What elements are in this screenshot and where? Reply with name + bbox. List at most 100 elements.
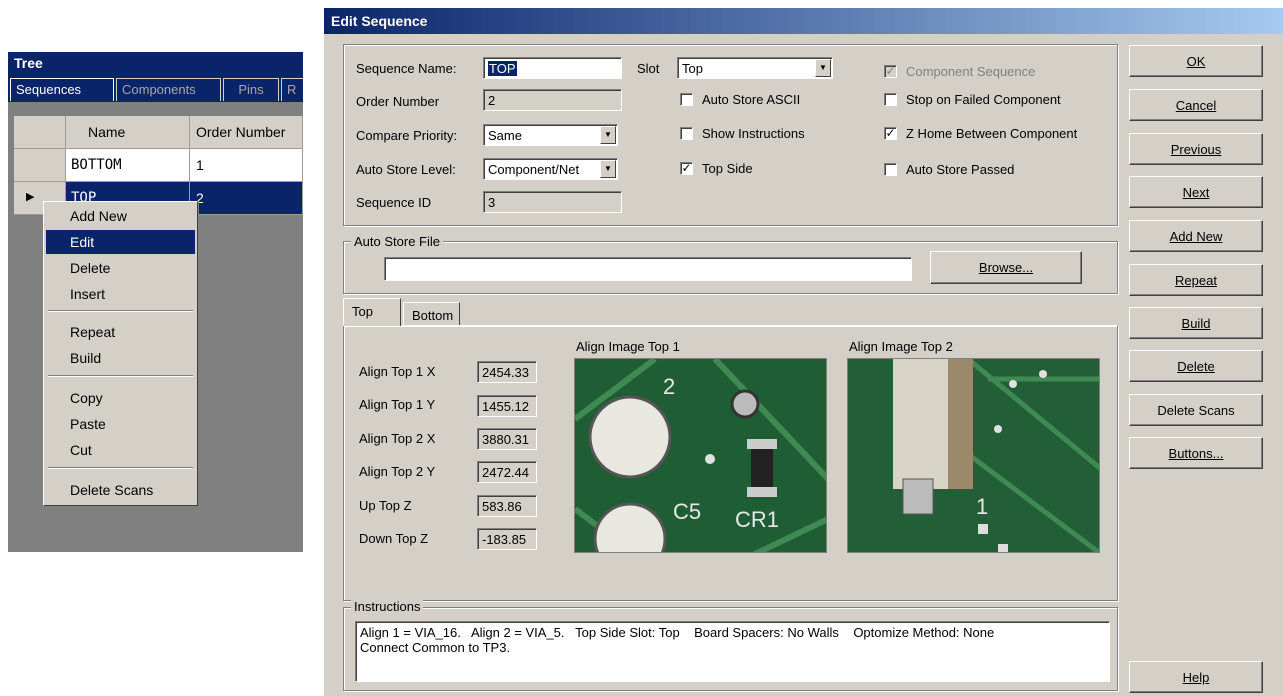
delete-button-label: Delete (1177, 359, 1215, 374)
auto-store-file-label: Auto Store File (351, 234, 443, 249)
next-button-label: Next (1182, 185, 1210, 200)
align-top-1y-label: Align Top 1 Y (359, 397, 436, 412)
auto-store-ascii-label: Auto Store ASCII (702, 92, 801, 107)
down-top-z-value: -183.85 (477, 528, 537, 550)
menu-item-add-new[interactable]: Add New (46, 204, 195, 228)
delete-scans-button[interactable]: Delete Scans (1129, 394, 1263, 426)
align-top-1y-value: 1455.12 (477, 395, 537, 417)
show-instructions-label: Show Instructions (702, 126, 805, 141)
tree-title: Tree (8, 52, 303, 75)
delete-button[interactable]: Delete (1129, 350, 1263, 382)
compare-priority-value: Same (488, 128, 522, 143)
menu-separator (48, 375, 193, 377)
svg-text:C5: C5 (673, 499, 701, 524)
slot-label: Slot (637, 61, 660, 76)
buttons-button-label: Buttons... (1168, 446, 1224, 461)
column-name[interactable]: Name (66, 116, 190, 149)
menu-item-delete-scans[interactable]: Delete Scans (46, 478, 195, 502)
browse-button[interactable]: Browse... (930, 251, 1082, 284)
auto-store-file-input[interactable] (384, 257, 912, 281)
top-side-checkbox[interactable]: ✓ (680, 162, 693, 175)
previous-button[interactable]: Previous (1129, 133, 1263, 165)
order-number-field: 2 (483, 89, 622, 111)
edit-sequence-dialog: Edit Sequence Sequence Name: TOP Order N… (323, 8, 1283, 696)
pcb-image-2: 1 (848, 359, 1099, 552)
tab-pins[interactable]: Pins (223, 78, 279, 101)
menu-item-insert[interactable]: Insert (46, 282, 195, 306)
row-indicator[interactable] (14, 149, 66, 182)
component-sequence-label: Component Sequence (906, 64, 1036, 79)
menu-item-build[interactable]: Build (46, 346, 195, 370)
row-indicator-header (14, 116, 66, 149)
stop-on-failed-label: Stop on Failed Component (906, 92, 1061, 107)
compare-priority-select[interactable]: Same ▼ (483, 124, 618, 146)
instructions-line-1: Align 1 = VIA_16. Align 2 = VIA_5. Top S… (360, 625, 995, 640)
align-top-1x-value: 2454.33 (477, 361, 537, 383)
auto-store-level-select[interactable]: Component/Net ▼ (483, 158, 618, 180)
ok-button[interactable]: OK (1129, 45, 1263, 77)
instructions-line-2: Connect Common to TP3. (360, 640, 511, 655)
align-top-2y-value: 2472.44 (477, 461, 537, 483)
down-top-z-label: Down Top Z (359, 531, 429, 546)
auto-store-ascii-checkbox[interactable] (680, 93, 693, 106)
menu-item-paste[interactable]: Paste (46, 412, 195, 436)
menu-item-cut[interactable]: Cut (46, 438, 195, 462)
build-button[interactable]: Build (1129, 307, 1263, 339)
dialog-title: Edit Sequence (324, 8, 1283, 34)
auto-store-passed-checkbox[interactable] (884, 163, 897, 176)
show-instructions-checkbox[interactable] (680, 127, 693, 140)
tab-top[interactable]: Top (343, 298, 401, 326)
menu-item-repeat[interactable]: Repeat (46, 320, 195, 344)
add-new-button[interactable]: Add New (1129, 220, 1263, 252)
repeat-button[interactable]: Repeat (1129, 264, 1263, 296)
align-image-top-2: 1 (847, 358, 1100, 553)
align-top-2y-label: Align Top 2 Y (359, 464, 436, 479)
add-new-button-label: Add New (1169, 229, 1223, 244)
buttons-button[interactable]: Buttons... (1129, 437, 1263, 469)
chevron-down-icon[interactable]: ▼ (600, 160, 616, 178)
chevron-down-icon[interactable]: ▼ (815, 59, 831, 77)
align-top-2x-label: Align Top 2 X (359, 431, 436, 446)
tab-sequences[interactable]: Sequences (10, 78, 114, 101)
previous-button-label: Previous (1170, 142, 1222, 157)
sequence-id-field: 3 (483, 191, 622, 213)
build-button-label: Build (1181, 316, 1211, 331)
cell-order[interactable]: 2 (190, 182, 303, 215)
order-number-label: Order Number (356, 94, 440, 109)
instructions-textarea[interactable]: Align 1 = VIA_16. Align 2 = VIA_5. Top S… (355, 621, 1110, 682)
auto-store-passed-label: Auto Store Passed (906, 162, 1015, 177)
tab-components[interactable]: Components (116, 78, 221, 101)
sequence-name-input[interactable]: TOP (483, 57, 622, 79)
svg-text:1: 1 (976, 494, 988, 519)
help-button[interactable]: Help (1129, 661, 1263, 693)
cell-order[interactable]: 1 (190, 149, 303, 182)
instructions-label: Instructions (351, 599, 424, 614)
align-image-top-2-label: Align Image Top 2 (849, 339, 953, 354)
help-button-label: Help (1182, 670, 1210, 685)
menu-separator (48, 467, 193, 469)
menu-item-edit[interactable]: Edit (46, 230, 195, 254)
menu-item-copy[interactable]: Copy (46, 386, 195, 410)
stop-on-failed-checkbox[interactable] (884, 93, 897, 106)
align-top-2x-value: 3880.31 (477, 428, 537, 450)
z-home-checkbox[interactable]: ✓ (884, 127, 897, 140)
cell-name[interactable]: BOTTOM (66, 149, 190, 182)
svg-text:CR1: CR1 (735, 507, 779, 532)
slot-select[interactable]: Top ▼ (677, 57, 833, 79)
top-side-label: Top Side (702, 161, 753, 176)
pcb-image-1: CR1 C5 2 (575, 359, 826, 552)
next-button[interactable]: Next (1129, 176, 1263, 208)
up-top-z-label: Up Top Z (359, 498, 412, 513)
cancel-button[interactable]: Cancel (1129, 89, 1263, 121)
align-image-top-1: CR1 C5 2 (574, 358, 827, 553)
menu-item-delete[interactable]: Delete (46, 256, 195, 280)
tab-bottom[interactable]: Bottom (403, 302, 460, 326)
align-image-top-1-label: Align Image Top 1 (576, 339, 680, 354)
context-menu: Add New Edit Delete Insert Repeat Build … (43, 201, 198, 506)
tab-r[interactable]: R (281, 78, 303, 101)
column-order-number[interactable]: Order Number (190, 116, 303, 149)
auto-store-level-value: Component/Net (488, 162, 580, 177)
table-row[interactable]: BOTTOM 1 (8, 149, 303, 182)
menu-separator (48, 310, 193, 312)
chevron-down-icon[interactable]: ▼ (600, 126, 616, 144)
